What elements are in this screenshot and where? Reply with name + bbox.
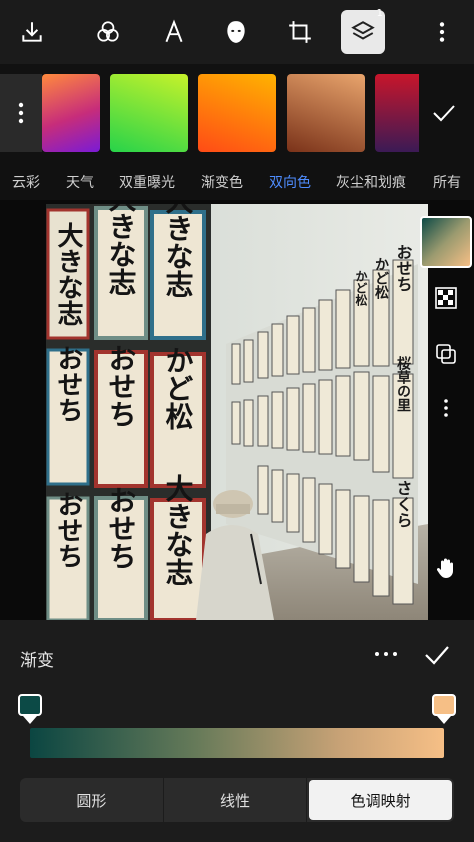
sign-text: かど松 [373, 257, 389, 300]
face-icon[interactable] [216, 12, 256, 52]
tab-clouds[interactable]: 云彩 [12, 172, 40, 192]
gradient-type-segmented-control: 圆形 线性 色调映射 [20, 778, 454, 822]
more-vertical-icon[interactable] [422, 12, 462, 52]
sign-text: 桜草の里 [395, 355, 411, 412]
gradient-preview-bar[interactable] [30, 728, 444, 758]
more-horizontal-icon[interactable] [372, 644, 400, 664]
sign-text: 大きな志 [162, 204, 195, 298]
panel-title: 渐变 [20, 651, 54, 671]
layers-icon [351, 21, 375, 40]
sign-text: おせち [53, 491, 83, 569]
preset-tile-1[interactable] [42, 74, 100, 152]
crop-icon[interactable] [280, 12, 320, 52]
sign-text: おせち [53, 345, 83, 423]
sign-text: おせち [105, 486, 138, 570]
gradient-stop-right[interactable] [432, 694, 456, 724]
layer-thumbnail[interactable] [420, 216, 472, 268]
preset-tile-3[interactable] [198, 74, 276, 152]
text-icon[interactable] [154, 12, 194, 52]
calligraphy-gallery-image: 大きな志 大きな志 大きな志 おせち おせち かど松 おせち おせち 大きな志 [46, 204, 428, 620]
right-tool-rail [418, 214, 474, 620]
checkerboard-icon[interactable] [428, 280, 464, 316]
tab-duotone[interactable]: 双向色 [269, 172, 311, 192]
preset-tile-4[interactable] [287, 74, 365, 152]
segment-tone-mapping[interactable]: 色调映射 [309, 780, 453, 820]
gradient-stop-left[interactable] [18, 694, 42, 724]
top-toolbar: 1 [0, 0, 474, 64]
segment-radial[interactable]: 圆形 [20, 778, 164, 822]
tab-gradient[interactable]: 渐变色 [201, 172, 243, 192]
sign-text: かど松 [354, 270, 368, 307]
tab-double-exposure[interactable]: 双重曝光 [119, 172, 175, 192]
download-icon[interactable] [12, 12, 52, 52]
sign-text: 大きな志 [162, 474, 195, 586]
layers-count-badge: 1 [376, 8, 383, 19]
checkmark-icon [425, 646, 449, 665]
tab-weather[interactable]: 天气 [66, 172, 94, 192]
sign-text: かど松 [162, 346, 195, 430]
sign-text: 大きな志 [105, 204, 138, 296]
sign-text: おせち [105, 344, 138, 428]
hand-icon[interactable] [428, 550, 464, 586]
sign-text: 大きな志 [53, 222, 83, 326]
sign-text: さくら [394, 480, 413, 528]
edited-photo[interactable]: 大きな志 大きな志 大きな志 おせち おせち かど松 おせち おせち 大きな志 [46, 204, 428, 620]
preset-tile-5[interactable] [375, 74, 419, 152]
blend-circles-icon[interactable] [88, 12, 128, 52]
preset-menu-button[interactable] [0, 74, 42, 152]
confirm-button[interactable] [422, 640, 452, 670]
more-vertical-icon [18, 102, 24, 124]
preset-tile-2[interactable] [110, 74, 188, 152]
duplicate-layer-icon[interactable] [428, 336, 464, 372]
category-tabs: 云彩 天气 双重曝光 渐变色 双向色 灰尘和划痕 所有 [0, 164, 474, 200]
tab-all[interactable]: 所有 [433, 172, 461, 192]
layers-button[interactable]: 1 [341, 8, 385, 54]
segment-linear[interactable]: 线性 [164, 778, 308, 822]
more-vertical-icon[interactable] [428, 390, 464, 426]
apply-preset-button[interactable] [426, 98, 462, 128]
preset-strip [0, 64, 474, 164]
sign-text: おせち [394, 244, 413, 292]
tab-dust-scratches[interactable]: 灰尘和划痕 [336, 172, 406, 192]
checkmark-icon [433, 105, 455, 122]
